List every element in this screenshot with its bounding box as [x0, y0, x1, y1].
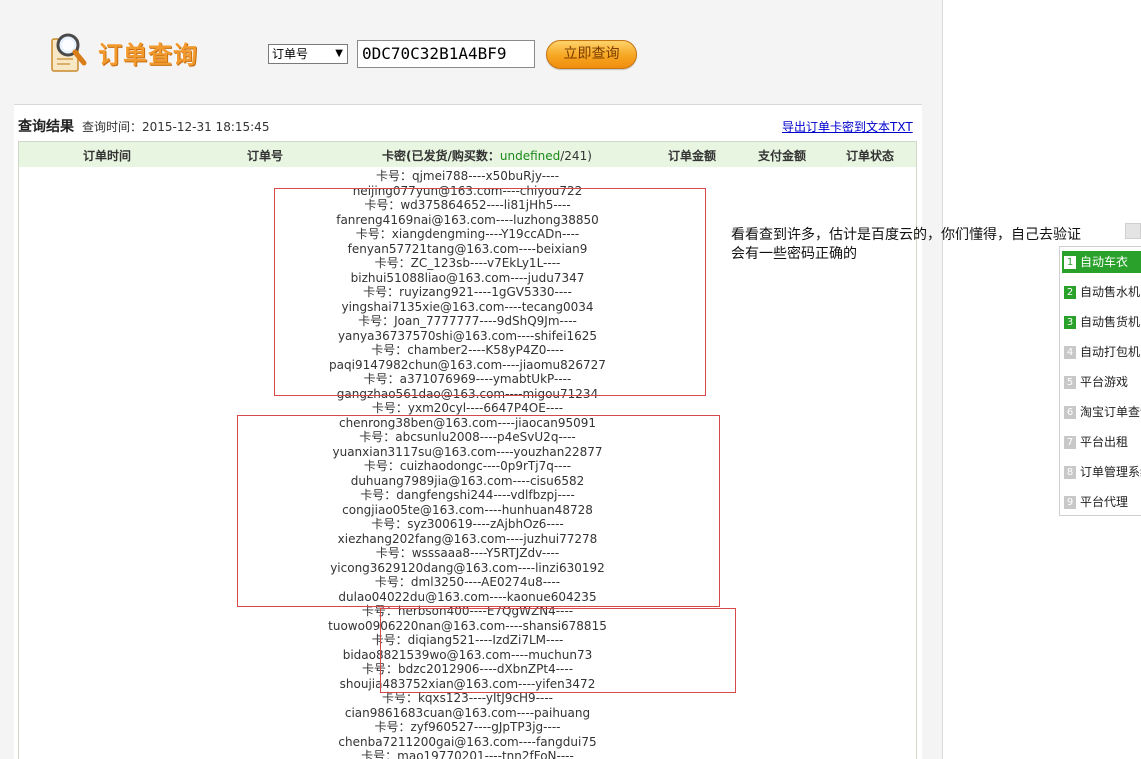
side-menu: 1 自动车衣 2 自动售水机 3 自动售货机 4 自动打包机 5 平台游戏 6 淘宝订单查询 7 平台出租…: [1059, 246, 1141, 516]
col-card-prefix: 卡密(已发货/购买数：: [382, 149, 500, 163]
side-menu-label: 自动售水机: [1080, 285, 1141, 299]
side-menu-item[interactable]: 6 淘宝订单查询: [1062, 401, 1141, 423]
side-menu-number: 3: [1064, 316, 1076, 329]
list-item: 卡号：mao19770201----tnn2fFoN----: [361, 749, 574, 759]
side-menu-item[interactable]: 3 自动售货机: [1062, 311, 1141, 333]
col-paid-amount: 支付金额: [758, 149, 807, 163]
list-item: 卡号：yxm20cyl----6647P4OE----: [371, 401, 564, 415]
query-button[interactable]: 立即查询: [546, 40, 637, 69]
highlight-box: [380, 608, 736, 693]
list-item: chenba7211200gai@163.com----fangdui75: [338, 734, 597, 749]
side-menu-number: 6: [1064, 406, 1076, 419]
side-menu-item[interactable]: 4 自动打包机: [1062, 341, 1141, 363]
list-item: 卡号：qjmei788----x50buRjy----: [375, 169, 560, 183]
side-menu-label: 自动打包机: [1080, 345, 1141, 359]
order-type-select[interactable]: 订单号 ▼: [268, 44, 348, 64]
side-menu-label: 订单管理系统: [1080, 465, 1141, 479]
list-item: 卡号：zyf960527----gJpTP3jg----: [374, 720, 561, 734]
col-order-amount: 订单金额: [668, 149, 717, 163]
chevron-down-icon: ▼: [335, 48, 343, 59]
highlight-box: [274, 188, 706, 396]
result-title: 查询结果: [18, 119, 74, 135]
order-type-selected: 订单号: [272, 47, 309, 61]
table-header: 订单时间 订单号 卡密(已发货/购买数：undefined/241) 订单金额 …: [19, 142, 916, 167]
col-order-time: 订单时间: [83, 149, 132, 163]
col-order-status: 订单状态: [846, 149, 895, 163]
side-menu-toggle[interactable]: [1125, 223, 1141, 239]
side-menu-number: 8: [1064, 466, 1076, 479]
side-menu-number: 5: [1064, 376, 1076, 389]
side-menu-label: 平台游戏: [1080, 375, 1129, 389]
side-menu-label: 平台出租: [1080, 435, 1129, 449]
side-menu-item[interactable]: 8 订单管理系统: [1062, 461, 1141, 483]
side-menu-item[interactable]: 1 自动车衣: [1062, 251, 1141, 273]
col-card-shipped: undefined: [499, 149, 561, 163]
side-menu-item[interactable]: 5 平台游戏: [1062, 371, 1141, 393]
side-menu-number: 2: [1064, 286, 1076, 299]
export-txt-link[interactable]: 导出订单卡密到文本TXT: [782, 118, 913, 135]
highlight-box: [237, 415, 720, 607]
side-menu-label: 淘宝订单查询: [1080, 405, 1141, 419]
side-menu-label: 自动售货机: [1080, 315, 1141, 329]
side-menu-number: 1: [1064, 256, 1076, 269]
annotation-line: 看看查到许多，估计是百度云的，你们懂得，自己去验证: [731, 227, 1081, 243]
query-time: 查询时间：2015-12-31 18:15:45: [82, 120, 270, 134]
side-menu-number: 4: [1064, 346, 1076, 359]
logo-text: 订单查询: [98, 40, 198, 69]
side-menu-item[interactable]: 9 平台代理: [1062, 491, 1141, 513]
list-item: 卡号：kqxs123----yItJ9cH9----: [381, 691, 554, 705]
side-menu-item[interactable]: 7 平台出租: [1062, 431, 1141, 453]
col-card-suffix: /241): [560, 149, 592, 163]
logo: 订单查询: [46, 28, 198, 76]
order-number-input[interactable]: 0DC70C32B1A4BF9: [357, 40, 535, 68]
list-item: cian9861683cuan@163.com----paihuang: [344, 705, 591, 720]
side-menu-label: 平台代理: [1080, 495, 1129, 509]
side-menu-label: 自动车衣: [1080, 255, 1129, 269]
col-order-number: 订单号: [247, 149, 284, 163]
side-menu-item[interactable]: 2 自动售水机: [1062, 281, 1141, 303]
side-menu-number: 7: [1064, 436, 1076, 449]
col-card-secret: 卡密(已发货/购买数：undefined/241): [382, 147, 592, 164]
side-menu-number: 9: [1064, 496, 1076, 509]
magnifier-document-icon: [51, 33, 87, 72]
